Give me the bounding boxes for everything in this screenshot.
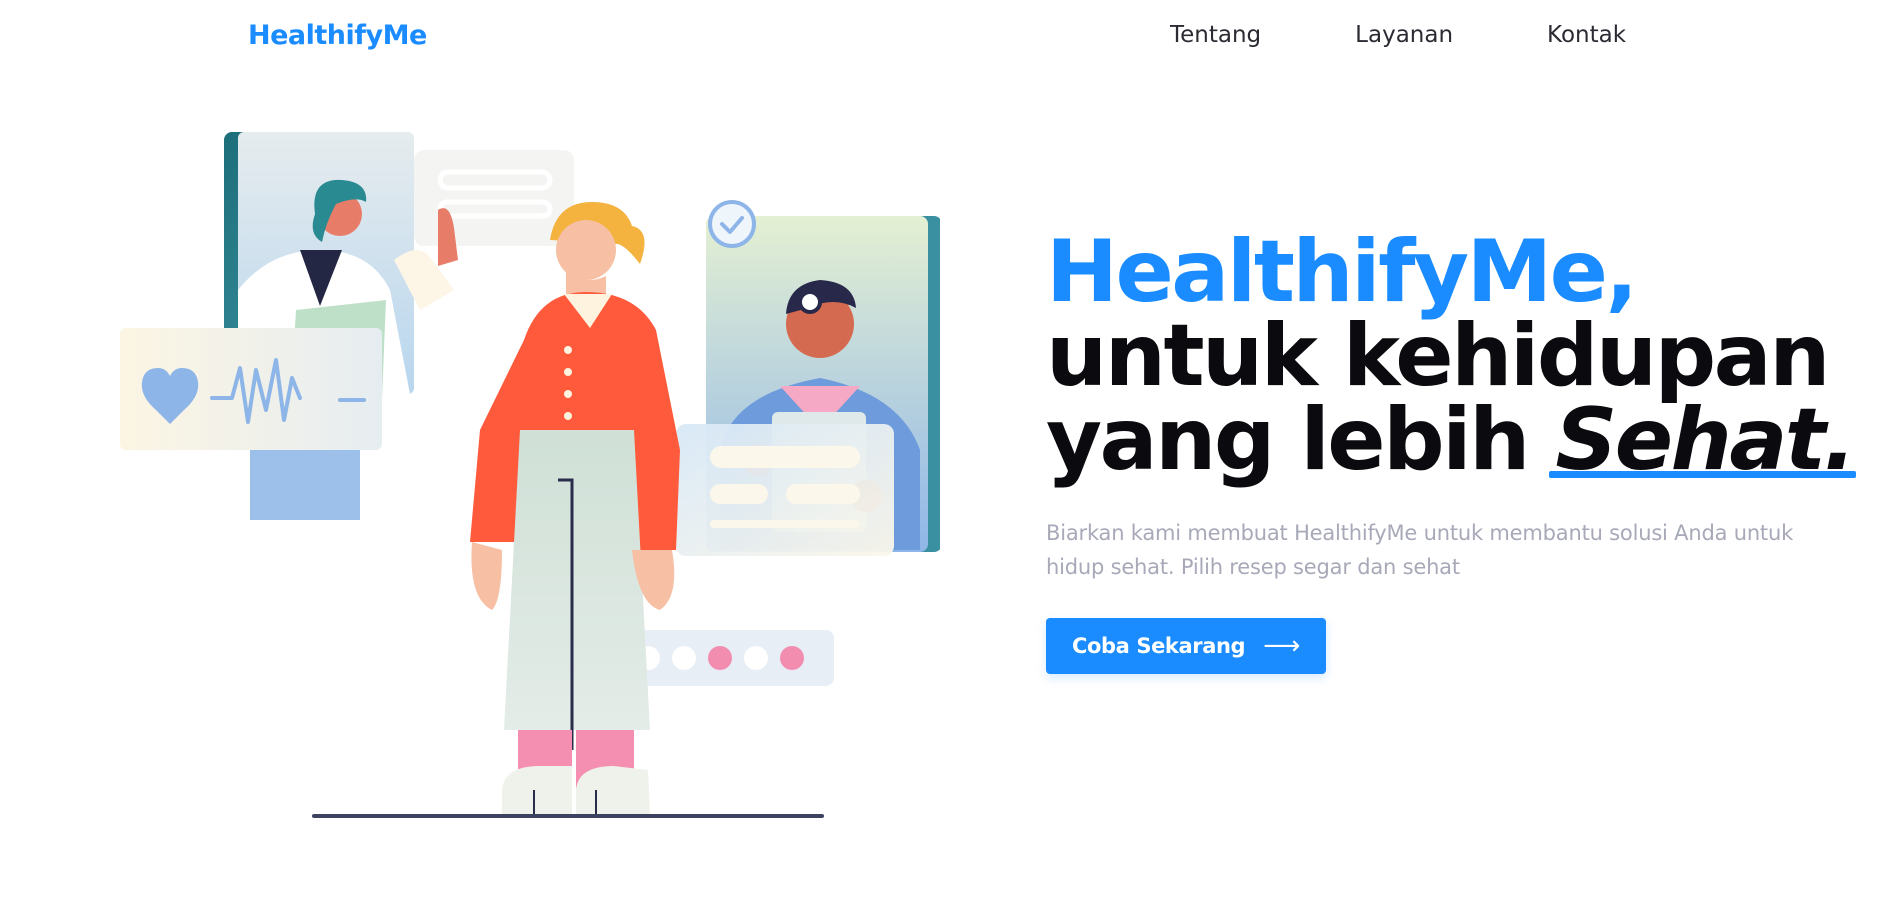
hero-title-line3-prefix: yang lebih <box>1046 390 1556 490</box>
hero-title-emphasis: Sehat. <box>1549 390 1856 490</box>
try-now-label: Coba Sekarang <box>1072 634 1246 658</box>
checkmark-icon <box>708 200 756 248</box>
navbar: HealthifyMe Tentang Layanan Kontak <box>0 0 1891 72</box>
nav-links: Tentang Layanan Kontak <box>1170 22 1626 48</box>
arrow-right-icon: ⟶ <box>1263 631 1301 661</box>
brand-logo[interactable]: HealthifyMe <box>248 20 427 51</box>
hero-title: HealthifyMe, untuk kehidupan yang lebih … <box>1046 222 1866 490</box>
hero-illustration <box>120 110 942 870</box>
hero-title-brand: HealthifyMe, <box>1046 222 1638 322</box>
info-panel <box>676 424 894 556</box>
hero-title-line2: untuk kehidupan <box>1046 306 1830 406</box>
try-now-button[interactable]: Coba Sekarang ⟶ <box>1046 618 1327 674</box>
health-team-illustration <box>120 132 942 818</box>
hero-title-line3: yang lebih Sehat. <box>1046 390 1866 490</box>
nav-link-layanan[interactable]: Layanan <box>1355 22 1453 48</box>
hero-subtitle: Biarkan kami membuat HealthifyMe untuk m… <box>1046 521 1794 579</box>
vitals-panel <box>120 328 382 520</box>
nav-link-tentang[interactable]: Tentang <box>1170 22 1261 48</box>
nav-link-kontak[interactable]: Kontak <box>1547 22 1626 48</box>
hero-content: HealthifyMe, untuk kehidupan yang lebih … <box>1046 222 1866 674</box>
